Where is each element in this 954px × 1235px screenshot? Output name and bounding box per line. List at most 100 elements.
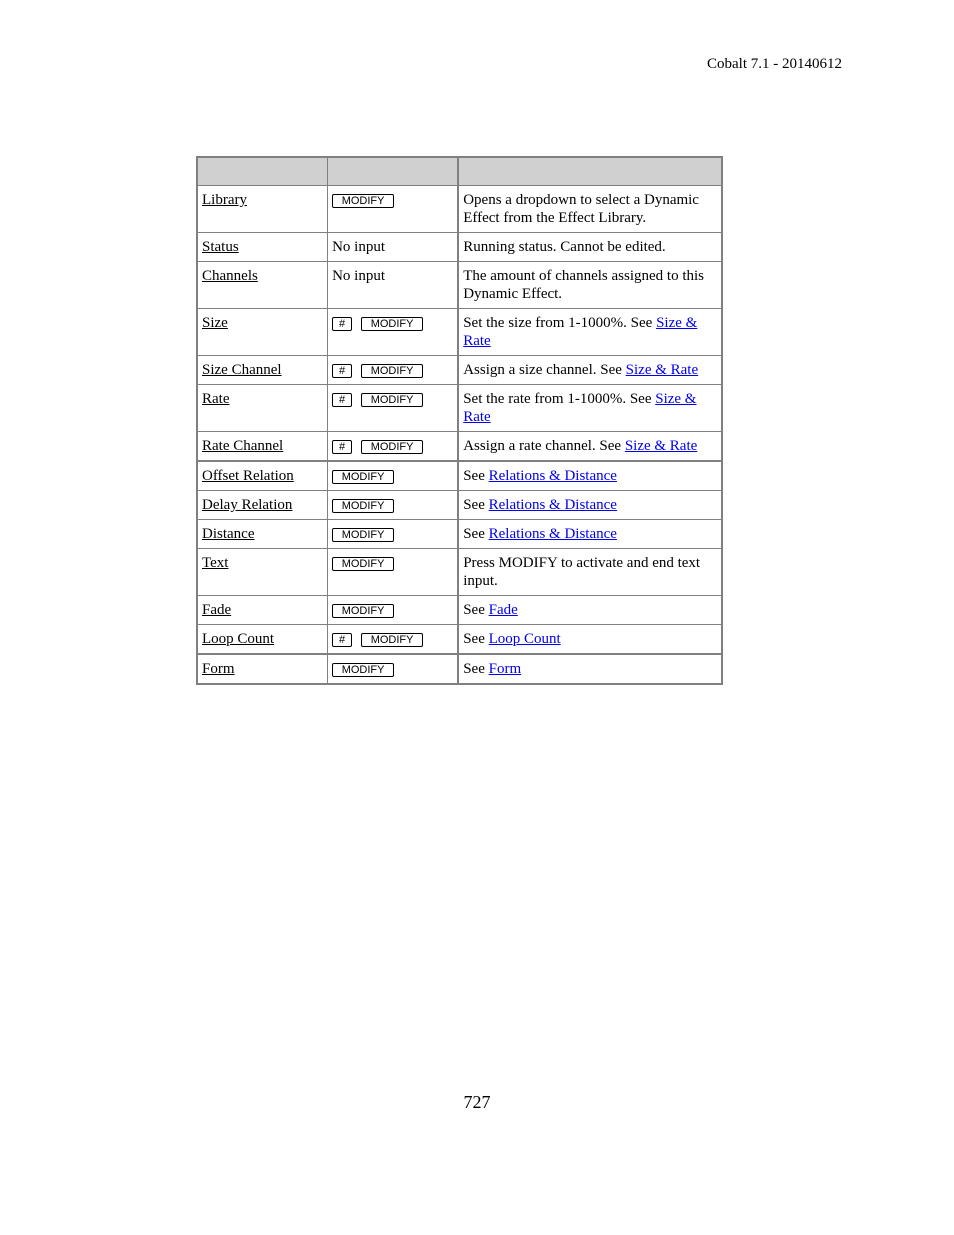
table-row: Text MODIFY Press MODIFY to activate and e… [196,548,723,596]
description-text: Opens a dropdown to select a Dynamic Eff… [463,192,699,226]
description-cell: See Fade [457,595,723,625]
parameter-cell: Offset Relation [196,460,329,491]
input-cell: # MODIFY [327,384,460,432]
modify-key-icon: MODIFY [332,604,395,618]
description-cell: See Loop Count [457,624,723,655]
input-cell: MODIFY [327,519,460,549]
description-cell: See Form [457,653,723,685]
table-row: Offset Relation MODIFY See Relations & Dis… [196,460,723,491]
table-row: Library MODIFY Opens a dropdown to select … [196,185,723,233]
description-cell: Opens a dropdown to select a Dynamic Eff… [457,185,723,233]
description-cell: Set the size from 1-1000%. See Size & Ra… [457,308,723,356]
description-cell: Press MODIFY to activate and end text in… [457,548,723,596]
see-also-link[interactable]: Fade [489,602,518,618]
description-cell: Set the rate from 1-1000%. See Size & Ra… [457,384,723,432]
parameter-cell: Rate [196,384,329,432]
description-text: Running status. Cannot be edited. [463,239,666,255]
modify-key-icon: MODIFY [332,528,395,542]
parameter-name-link[interactable]: Form [202,661,235,677]
table-row: Status No input Running status. Cannot be … [196,232,723,262]
header-cell-parameter [196,156,329,186]
description-text: See [463,497,489,513]
parameter-cell: Delay Relation [196,490,329,520]
description-cell: Assign a rate channel. See Size & Rate [457,431,723,462]
input-cell: No input [327,261,460,309]
parameter-cell: Loop Count [196,624,329,655]
input-cell: # MODIFY [327,624,460,655]
modify-key-icon: MODIFY [361,440,424,454]
hash-key-icon: # [332,633,353,647]
modify-key-icon: MODIFY [332,470,395,484]
description-text: The amount of channels assigned to this … [463,268,704,302]
input-cell: MODIFY [327,185,460,233]
description-cell: The amount of channels assigned to this … [457,261,723,309]
parameter-cell: Status [196,232,329,262]
input-cell: MODIFY [327,653,460,685]
description-text: Assign a rate channel. See [463,438,625,454]
hash-key-icon: # [332,317,353,331]
input-cell: No input [327,232,460,262]
table-row: Delay Relation MODIFY See Relations & Dist… [196,490,723,520]
parameter-cell: Library [196,185,329,233]
table-row: Rate # MODIFY Set the rate from 1-1000%. Se… [196,384,723,432]
hash-key-icon: # [332,393,353,407]
table-row: Form MODIFY See Form [196,653,723,685]
modify-key-icon: MODIFY [332,663,395,677]
see-also-link[interactable]: Form [489,661,522,677]
parameter-name-link[interactable]: Text [202,555,228,571]
parameter-name-link[interactable]: Rate [202,391,230,407]
parameter-name-link[interactable]: Size Channel [202,362,282,378]
modify-key-icon: MODIFY [361,633,424,647]
parameter-cell: Channels [196,261,329,309]
description-cell: See Relations & Distance [457,519,723,549]
table-row: Size Channel # MODIFY Assign a size channel… [196,355,723,385]
description-text: See [463,661,489,677]
modify-key-icon: MODIFY [332,557,395,571]
input-text: No input [332,239,385,255]
parameter-name-link[interactable]: Loop Count [202,631,274,647]
modify-key-icon: MODIFY [361,317,424,331]
parameter-name-link[interactable]: Fade [202,602,231,618]
hash-key-icon: # [332,364,353,378]
input-cell: MODIFY [327,490,460,520]
see-also-link[interactable]: Relations & Distance [489,468,617,484]
parameter-name-link[interactable]: Channels [202,268,258,284]
input-cell: # MODIFY [327,308,460,356]
see-also-link[interactable]: Size & Rate [626,362,698,378]
parameter-cell: Rate Channel [196,431,329,462]
table-row: Size # MODIFY Set the size from 1-1000%. Se… [196,308,723,356]
input-cell: MODIFY [327,595,460,625]
parameter-name-link[interactable]: Offset Relation [202,468,294,484]
see-also-link[interactable]: Loop Count [489,631,561,647]
parameter-cell: Text [196,548,329,596]
parameter-table: Library MODIFY Opens a dropdown to select … [196,156,723,685]
parameter-name-link[interactable]: Library [202,192,247,208]
header-cell-description [457,156,723,186]
description-cell: See Relations & Distance [457,460,723,491]
see-also-link[interactable]: Relations & Distance [489,526,617,542]
modify-key-icon: MODIFY [332,194,395,208]
modify-key-icon: MODIFY [332,499,395,513]
parameter-name-link[interactable]: Rate Channel [202,438,283,454]
input-cell: MODIFY [327,548,460,596]
parameter-name-link[interactable]: Distance [202,526,254,542]
parameter-name-link[interactable]: Status [202,239,239,255]
header-cell-input [327,156,460,186]
table-row: Loop Count # MODIFY See Loop Count [196,624,723,655]
input-cell: # MODIFY [327,431,460,462]
see-also-link[interactable]: Relations & Distance [489,497,617,513]
description-cell: See Relations & Distance [457,490,723,520]
description-text: See [463,468,489,484]
table-row: Distance MODIFY See Relations & Distance [196,519,723,549]
modify-key-icon: MODIFY [361,393,424,407]
table-row: Rate Channel # MODIFY Assign a rate channel… [196,431,723,462]
description-text: Assign a size channel. See [463,362,626,378]
document-header: Cobalt 7.1 - 20140612 [707,56,842,72]
description-cell: Running status. Cannot be edited. [457,232,723,262]
parameter-name-link[interactable]: Size [202,315,228,331]
parameter-name-link[interactable]: Delay Relation [202,497,292,513]
description-cell: Assign a size channel. See Size & Rate [457,355,723,385]
see-also-link[interactable]: Size & Rate [625,438,697,454]
table-row: Fade MODIFY See Fade [196,595,723,625]
description-text: Set the rate from 1-1000%. See [463,391,656,407]
